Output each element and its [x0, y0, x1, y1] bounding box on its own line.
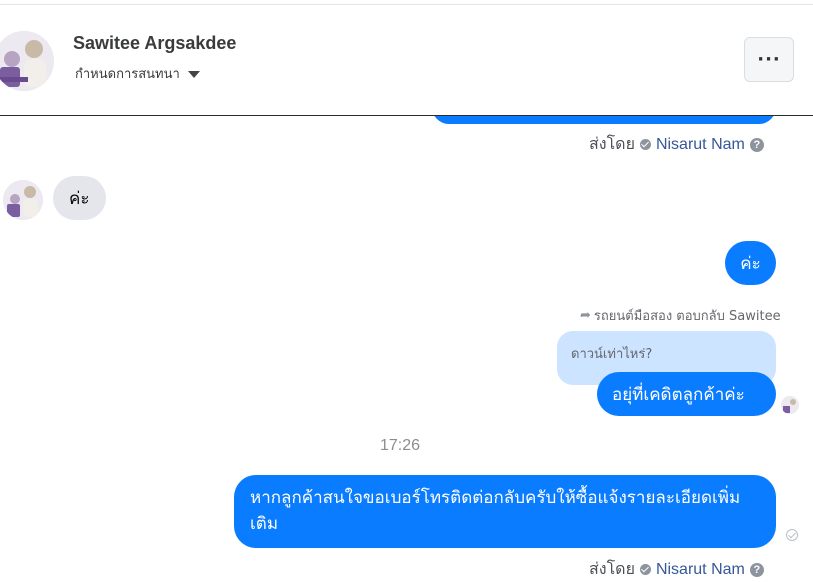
reply-meta: ➦ รถยนต์มือสอง ตอบกลับ Sawitee — [580, 305, 781, 326]
outgoing-message-text: ค่ะ — [740, 253, 761, 274]
more-options-button[interactable]: ··· — [744, 37, 794, 82]
outgoing-message-bubble[interactable]: ค่ะ — [725, 241, 776, 285]
check-circle-icon — [639, 564, 651, 575]
more-dots-icon: ··· — [757, 49, 781, 70]
incoming-message-text: ค่ะ — [69, 188, 90, 209]
sent-by-label: ส่งโดย — [589, 136, 635, 153]
message-timestamp: 17:26 — [380, 437, 421, 454]
contact-avatar[interactable] — [0, 31, 54, 91]
conversation-subtitle: กำหนดการสนทนา — [75, 67, 180, 82]
help-icon[interactable]: ? — [749, 137, 764, 152]
long-outgoing-message-bubble[interactable]: หากลูกค้าสนใจขอเบอร์โทรติดต่อกลับครับให้… — [234, 475, 776, 548]
reply-message-bubble[interactable]: อยุ่ที่เคดิตลูกค้าค่ะ — [597, 372, 776, 416]
sent-by-line: ส่งโดย Nisarut Nam ? — [589, 557, 764, 582]
long-message-text: หากลูกค้าสนใจขอเบอร์โทรติดต่อกลับครับให้… — [250, 488, 741, 534]
help-icon[interactable]: ? — [749, 562, 764, 577]
reply-arrow-icon: ➦ — [580, 308, 591, 323]
sender-name[interactable]: Nisarut Nam — [656, 561, 745, 579]
quoted-message-text: ดาวน์เท่าไหร่? — [571, 347, 653, 362]
caret-down-icon — [187, 71, 200, 78]
reply-meta-text: รถยนต์มือสอง ตอบกลับ Sawitee — [593, 309, 781, 324]
sender-name[interactable]: Nisarut Nam — [656, 136, 745, 154]
conversation-subtitle-dropdown[interactable]: กำหนดการสนทนา — [75, 63, 200, 84]
incoming-message-bubble[interactable]: ค่ะ — [53, 176, 106, 220]
seen-avatar — [781, 396, 799, 414]
contact-name[interactable]: Sawitee Argsakdee — [73, 33, 236, 54]
conversation-header: Sawitee Argsakdee กำหนดการสนทนา ··· — [0, 5, 813, 116]
sent-check-icon — [786, 529, 798, 541]
check-circle-icon — [639, 139, 651, 150]
sent-by-line: ส่งโดย Nisarut Nam ? — [589, 132, 764, 157]
sender-avatar[interactable] — [3, 180, 43, 220]
reply-message-text: อยุ่ที่เคดิตลูกค้าค่ะ — [612, 384, 745, 405]
sent-by-label: ส่งโดย — [589, 561, 635, 578]
